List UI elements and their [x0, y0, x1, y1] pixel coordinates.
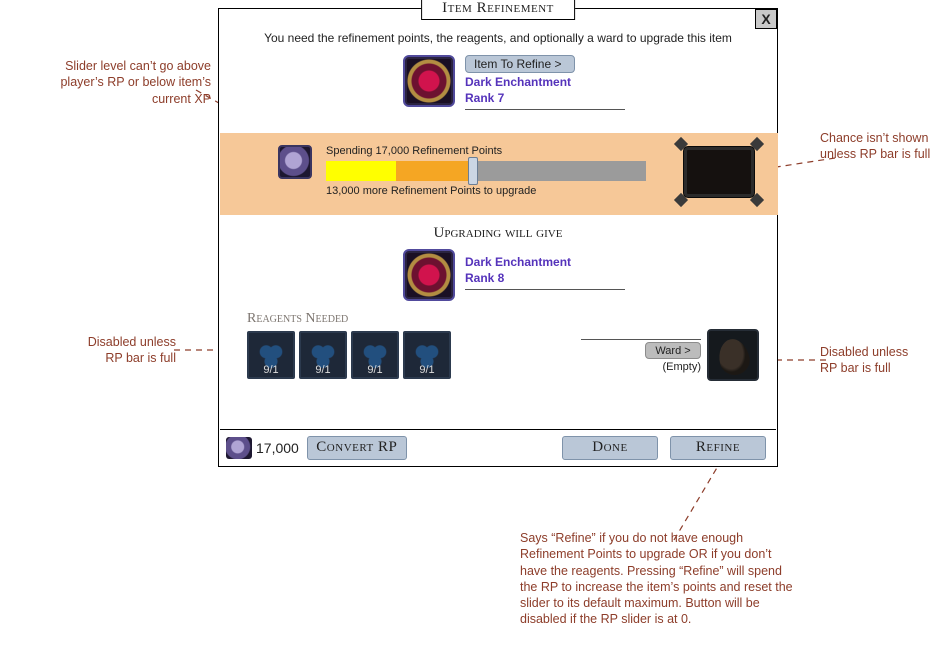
upgrade-heading: Upgrading will give	[219, 225, 777, 242]
divider	[465, 289, 625, 290]
reagent-slot[interactable]: 9/1	[247, 331, 295, 379]
rp-slider-band: Spending 17,000 Refinement Points 13,000…	[220, 133, 778, 215]
annotation-refine-button: Says “Refine” if you do not have enough …	[520, 530, 800, 628]
done-button[interactable]: Done	[562, 436, 658, 460]
remaining-text: 13,000 more Refinement Points to upgrade	[326, 185, 536, 197]
reagent-slot[interactable]: 9/1	[403, 331, 451, 379]
item-gem-icon	[403, 55, 455, 107]
panel-title: Item Refinement	[421, 0, 575, 20]
close-button[interactable]: X	[755, 9, 777, 29]
item-name: Dark Enchantment	[465, 75, 625, 89]
annotation-slider-limits: Slider level can’t go above player’s RP …	[46, 58, 211, 107]
reagent-slot[interactable]: 9/1	[351, 331, 399, 379]
refine-button[interactable]: Refine	[670, 436, 766, 460]
ward-status: (Empty)	[663, 361, 702, 373]
refinement-panel: Item Refinement X You need the refinemen…	[218, 8, 778, 467]
chance-display	[678, 141, 760, 203]
divider	[581, 339, 701, 340]
reagent-count: 9/1	[353, 364, 397, 376]
slider-thumb[interactable]	[468, 157, 478, 185]
ward-area: Ward > (Empty)	[581, 329, 759, 381]
upgrade-rank: Rank 8	[465, 271, 625, 285]
reagent-count: 9/1	[301, 364, 345, 376]
upgrade-gem-icon	[403, 249, 455, 301]
annotation-reagents-disabled: Disabled unless RP bar is full	[68, 334, 176, 367]
divider	[465, 109, 625, 110]
reagent-slot[interactable]: 9/1	[299, 331, 347, 379]
spending-text: Spending 17,000 Refinement Points	[326, 145, 502, 157]
upgrade-name: Dark Enchantment	[465, 255, 625, 269]
item-to-refine-row: Item To Refine > Dark Enchantment Rank 7	[403, 55, 703, 110]
annotation-chance: Chance isn’t shown unless RP bar is full	[820, 130, 935, 163]
reagent-count: 9/1	[405, 364, 449, 376]
slider-fill-pending	[396, 161, 473, 181]
slider-fill-current	[326, 161, 396, 181]
annotation-ward-disabled: Disabled unless RP bar is full	[820, 344, 928, 377]
rp-slider[interactable]	[326, 161, 646, 181]
item-rank: Rank 7	[465, 91, 625, 105]
ward-button[interactable]: Ward >	[645, 342, 701, 359]
upgrade-result-row: Dark Enchantment Rank 8	[403, 249, 703, 301]
convert-rp-button[interactable]: Convert RP	[307, 436, 407, 460]
rp-ore-icon-small	[226, 437, 252, 459]
reagents-heading: Reagents Needed	[247, 311, 348, 327]
rp-total: 17,000	[256, 440, 299, 456]
intro-text: You need the refinement points, the reag…	[219, 31, 777, 45]
reagent-count: 9/1	[249, 364, 293, 376]
reagents-row: 9/1 9/1 9/1 9/1	[247, 331, 451, 379]
rp-ore-icon	[278, 145, 312, 179]
footer-bar: 17,000 Convert RP Done Refine	[220, 429, 776, 465]
item-to-refine-button[interactable]: Item To Refine >	[465, 55, 575, 73]
ward-slot[interactable]	[707, 329, 759, 381]
